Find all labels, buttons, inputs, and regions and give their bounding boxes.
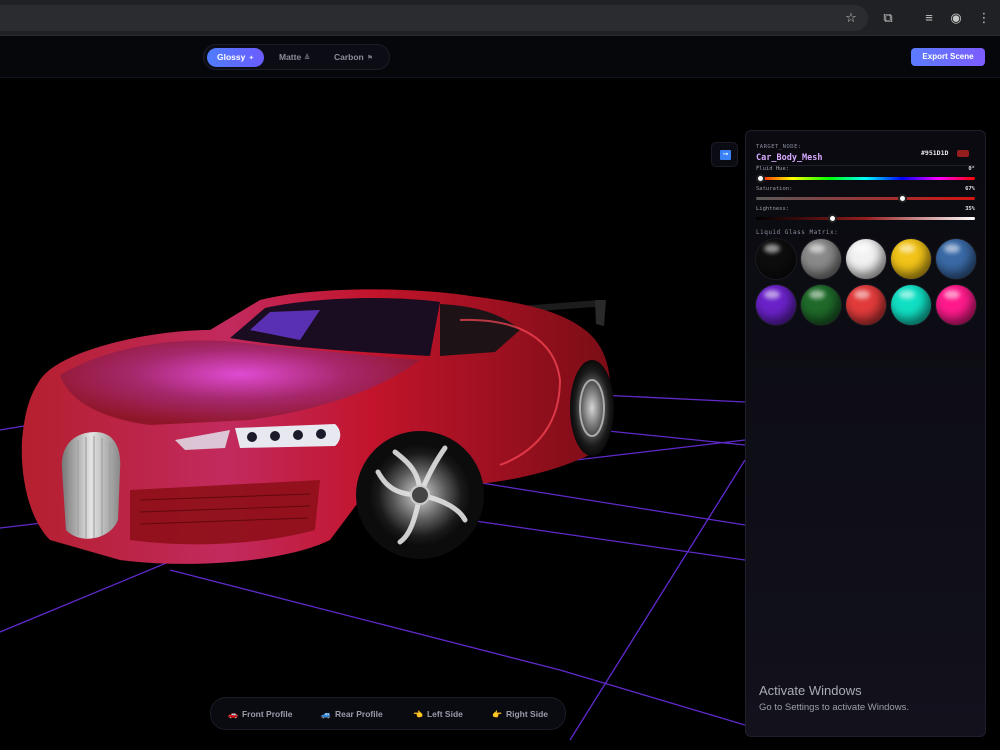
front-profile-label: Front Profile bbox=[241, 709, 293, 719]
export-scene-button[interactable]: Export Scene bbox=[911, 48, 985, 66]
hex-value: #951D1D bbox=[921, 149, 949, 157]
saturation-slider[interactable]: Saturation: 67% bbox=[756, 186, 975, 206]
address-bar[interactable] bbox=[0, 5, 868, 31]
node-name: Car_Body_Mesh bbox=[756, 153, 823, 163]
hue-value: 0° bbox=[968, 166, 975, 172]
color-swatch[interactable] bbox=[801, 239, 841, 279]
saturation-thumb[interactable] bbox=[898, 194, 908, 203]
left-side-button[interactable]: 👈 Left Side bbox=[413, 707, 463, 722]
color-swatch[interactable] bbox=[936, 239, 976, 279]
current-color-swatch bbox=[957, 150, 969, 157]
lightness-value: 35% bbox=[965, 206, 975, 212]
extensions-icon[interactable]: ⧉ bbox=[879, 9, 897, 27]
tab-carbon[interactable]: Carbon ⚑ bbox=[324, 48, 383, 67]
arrow-right-icon: ➞ bbox=[720, 150, 731, 160]
right-side-label: Right Side bbox=[505, 709, 548, 719]
suv-icon: 🚙 bbox=[321, 710, 331, 719]
color-swatch[interactable] bbox=[891, 285, 931, 325]
flag-icon: ⚑ bbox=[366, 55, 374, 62]
saturation-track[interactable] bbox=[756, 197, 975, 200]
watermark-subtitle: Go to Settings to activate Windows. bbox=[759, 702, 909, 713]
left-side-label: Left Side bbox=[426, 709, 463, 719]
car-model bbox=[21, 289, 614, 564]
color-swatch[interactable] bbox=[801, 285, 841, 325]
color-swatch[interactable] bbox=[891, 239, 931, 279]
rear-profile-button[interactable]: 🚙 Rear Profile bbox=[321, 707, 383, 722]
right-side-button[interactable]: 👉 Right Side bbox=[492, 707, 548, 722]
color-swatch[interactable] bbox=[756, 285, 796, 325]
collapse-panel-button[interactable]: ➞ bbox=[711, 142, 738, 167]
point-left-icon: 👈 bbox=[413, 710, 423, 719]
tab-glossy[interactable]: Glossy ✦ bbox=[207, 48, 265, 67]
front-profile-button[interactable]: 🚗 Front Profile bbox=[228, 707, 293, 722]
media-controls-icon[interactable]: ≡ bbox=[920, 9, 938, 27]
material-tabs: Glossy ✦ Matte ≜ Carbon ⚑ bbox=[203, 44, 390, 70]
hue-label: Fluid Hue: bbox=[756, 166, 790, 172]
app-header: Glossy ✦ Matte ≜ Carbon ⚑ Export Scene bbox=[0, 36, 1000, 78]
matte-icon: ≜ bbox=[304, 55, 311, 62]
watermark-title: Activate Windows bbox=[759, 683, 862, 698]
bookmark-star-icon[interactable]: ☆ bbox=[842, 9, 860, 27]
rear-profile-label: Rear Profile bbox=[334, 709, 383, 719]
tab-matte-label: Matte bbox=[279, 52, 302, 62]
lightness-track[interactable] bbox=[756, 217, 975, 220]
profile-avatar-icon[interactable]: ◉ bbox=[947, 9, 965, 27]
hue-track[interactable] bbox=[756, 177, 975, 180]
color-swatch[interactable] bbox=[936, 285, 976, 325]
windows-activation-watermark: Activate Windows Go to Settings to activ… bbox=[759, 683, 909, 713]
menu-kebab-icon[interactable]: ⋮ bbox=[975, 9, 993, 27]
material-panel: TARGET_NODE: Car_Body_Mesh #951D1D Fluid… bbox=[745, 130, 986, 737]
lightness-slider[interactable]: Lightness: 35% bbox=[756, 206, 975, 226]
hue-thumb[interactable] bbox=[755, 174, 765, 183]
lightness-label: Lightness: bbox=[756, 206, 790, 212]
point-right-icon: 👉 bbox=[492, 710, 502, 719]
target-node-label: TARGET_NODE: bbox=[756, 144, 802, 150]
matrix-label: Liquid Glass Matrix: bbox=[756, 229, 839, 236]
tab-glossy-label: Glossy bbox=[217, 52, 246, 62]
sparkle-icon: ✦ bbox=[248, 55, 255, 62]
lightness-thumb[interactable] bbox=[828, 214, 838, 223]
tab-carbon-label: Carbon bbox=[334, 52, 364, 62]
color-swatch[interactable] bbox=[846, 239, 886, 279]
hue-slider[interactable]: Fluid Hue: 0° bbox=[755, 166, 975, 186]
camera-view-dock: 🚗 Front Profile 🚙 Rear Profile 👈 Left Side … bbox=[210, 697, 566, 730]
color-swatch[interactable] bbox=[756, 239, 796, 279]
color-swatch[interactable] bbox=[846, 285, 886, 325]
tab-matte[interactable]: Matte ≜ bbox=[269, 48, 320, 67]
saturation-value: 67% bbox=[965, 186, 975, 192]
saturation-label: Saturation: bbox=[756, 186, 793, 192]
browser-chrome: ☆ ⧉ ≡ ◉ ⋮ bbox=[0, 0, 1000, 36]
car-icon: 🚗 bbox=[228, 710, 238, 719]
